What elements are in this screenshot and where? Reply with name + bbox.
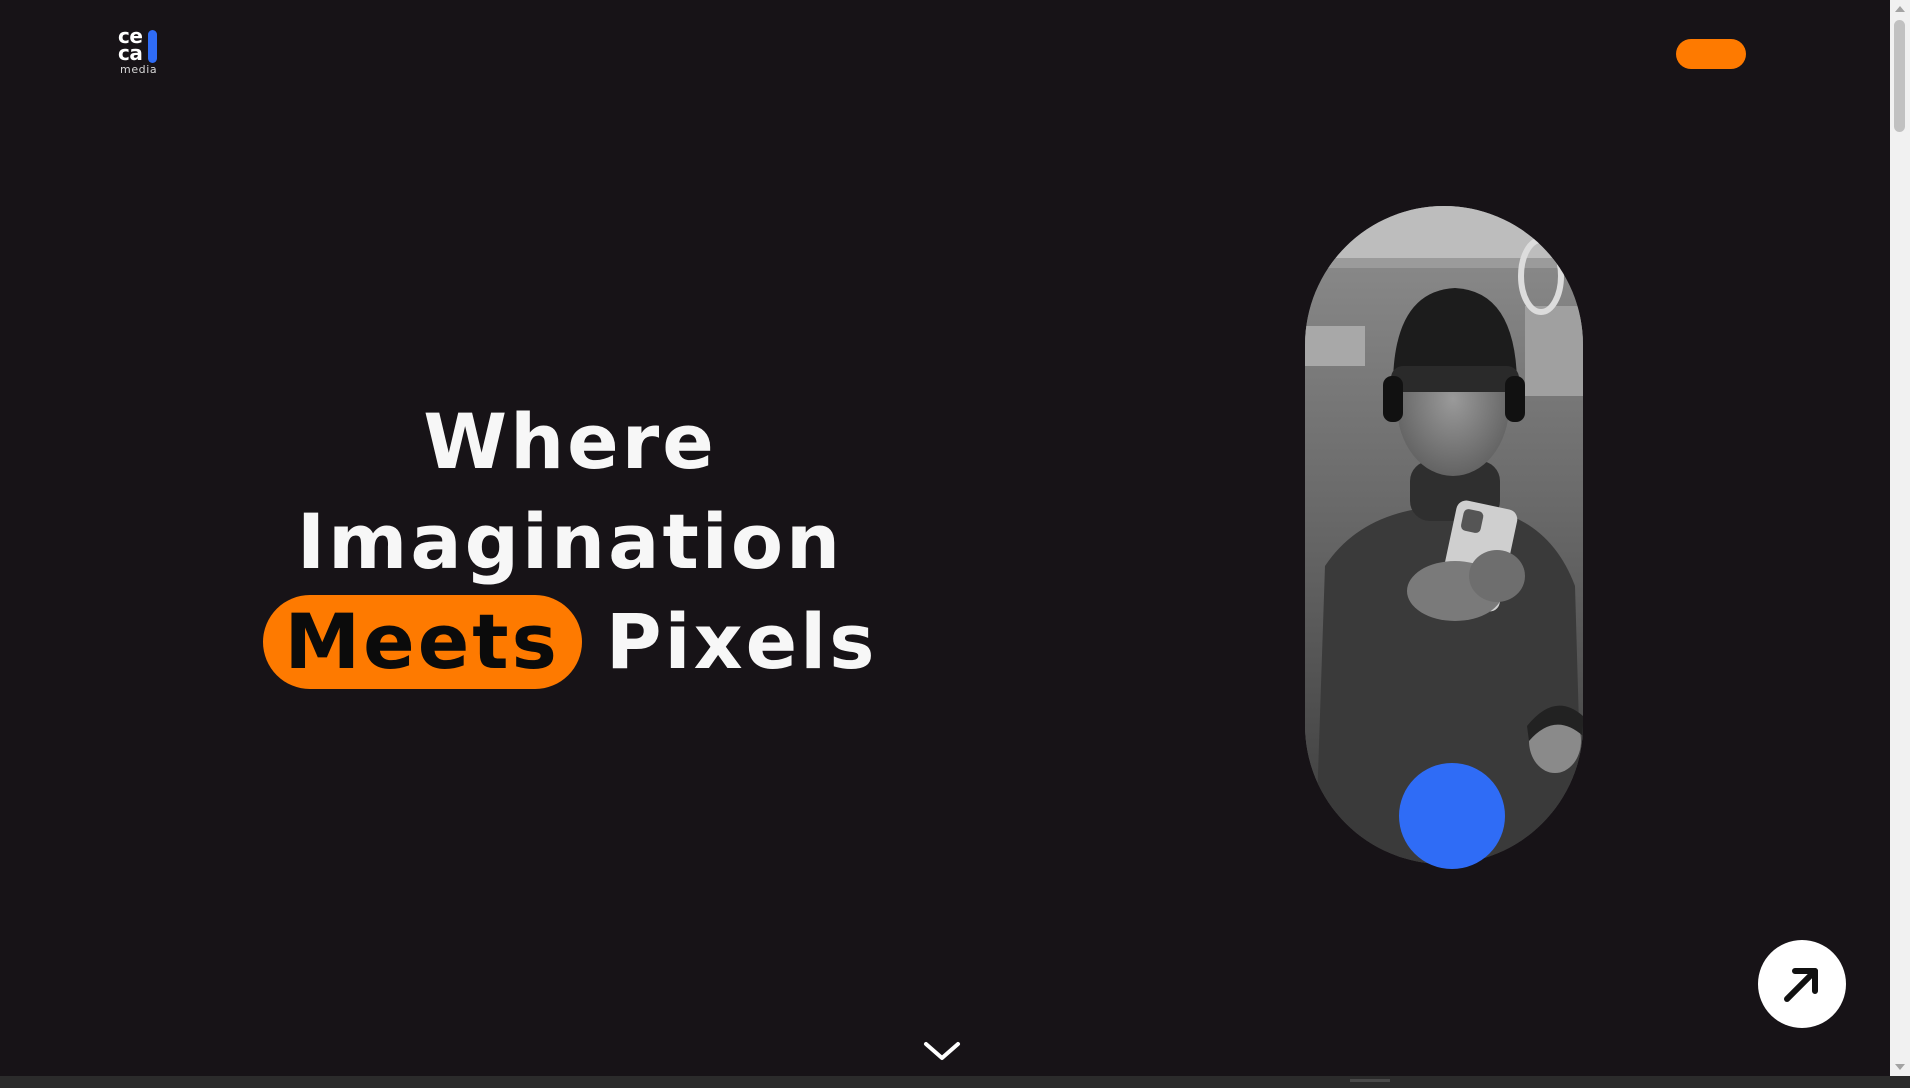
hero-headline: Where Imagination Meets Pixels <box>262 392 874 692</box>
hero-line-3-rest: Pixels <box>605 597 878 686</box>
header-cta-button[interactable] <box>1676 39 1746 69</box>
bottom-edge-blip <box>1350 1079 1390 1082</box>
logo-accent-bar <box>148 30 157 63</box>
scrollbar-thumb[interactable] <box>1894 20 1905 132</box>
logo-subtitle: media <box>120 63 158 76</box>
logo-text-line2: ca <box>118 41 143 65</box>
floating-arrow-button[interactable] <box>1758 940 1846 1028</box>
scroll-up-arrow-icon[interactable] <box>1895 6 1905 12</box>
scroll-down-button[interactable] <box>922 1038 962 1064</box>
hero-line-3: Meets Pixels <box>262 592 874 692</box>
bottom-edge-bar <box>0 1076 1910 1088</box>
scroll-down-arrow-icon[interactable] <box>1895 1064 1905 1070</box>
hero-line-2: Imagination <box>296 497 844 586</box>
logo[interactable]: ce ca media <box>118 26 164 77</box>
vertical-scrollbar[interactable] <box>1890 0 1910 1076</box>
hero-line-1: Where <box>423 397 717 486</box>
hero-accent-dot <box>1399 763 1505 869</box>
chevron-down-icon <box>924 1042 960 1060</box>
arrow-up-right-icon <box>1784 968 1818 1002</box>
page: ce ca media Where Imagination Meets Pixe… <box>0 0 1890 1076</box>
hero-highlight-word: Meets <box>262 595 582 689</box>
